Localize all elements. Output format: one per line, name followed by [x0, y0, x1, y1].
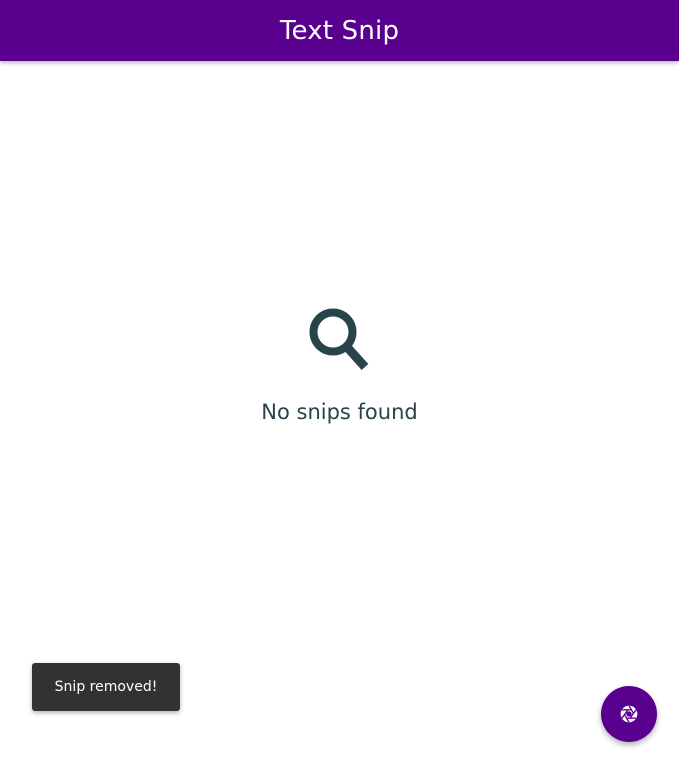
- snackbar-message: Snip removed!: [54, 679, 158, 695]
- empty-state-message: No snips found: [261, 400, 418, 424]
- app-root: Text Snip No snips found Snip removed!: [0, 0, 679, 765]
- search-icon: [307, 306, 373, 374]
- camera-shutter-icon: [619, 704, 639, 724]
- capture-snip-button[interactable]: [601, 686, 657, 742]
- empty-state: No snips found: [0, 306, 679, 424]
- app-title: Text Snip: [279, 15, 400, 46]
- app-bar: Text Snip: [0, 0, 679, 61]
- snackbar: Snip removed!: [32, 663, 180, 711]
